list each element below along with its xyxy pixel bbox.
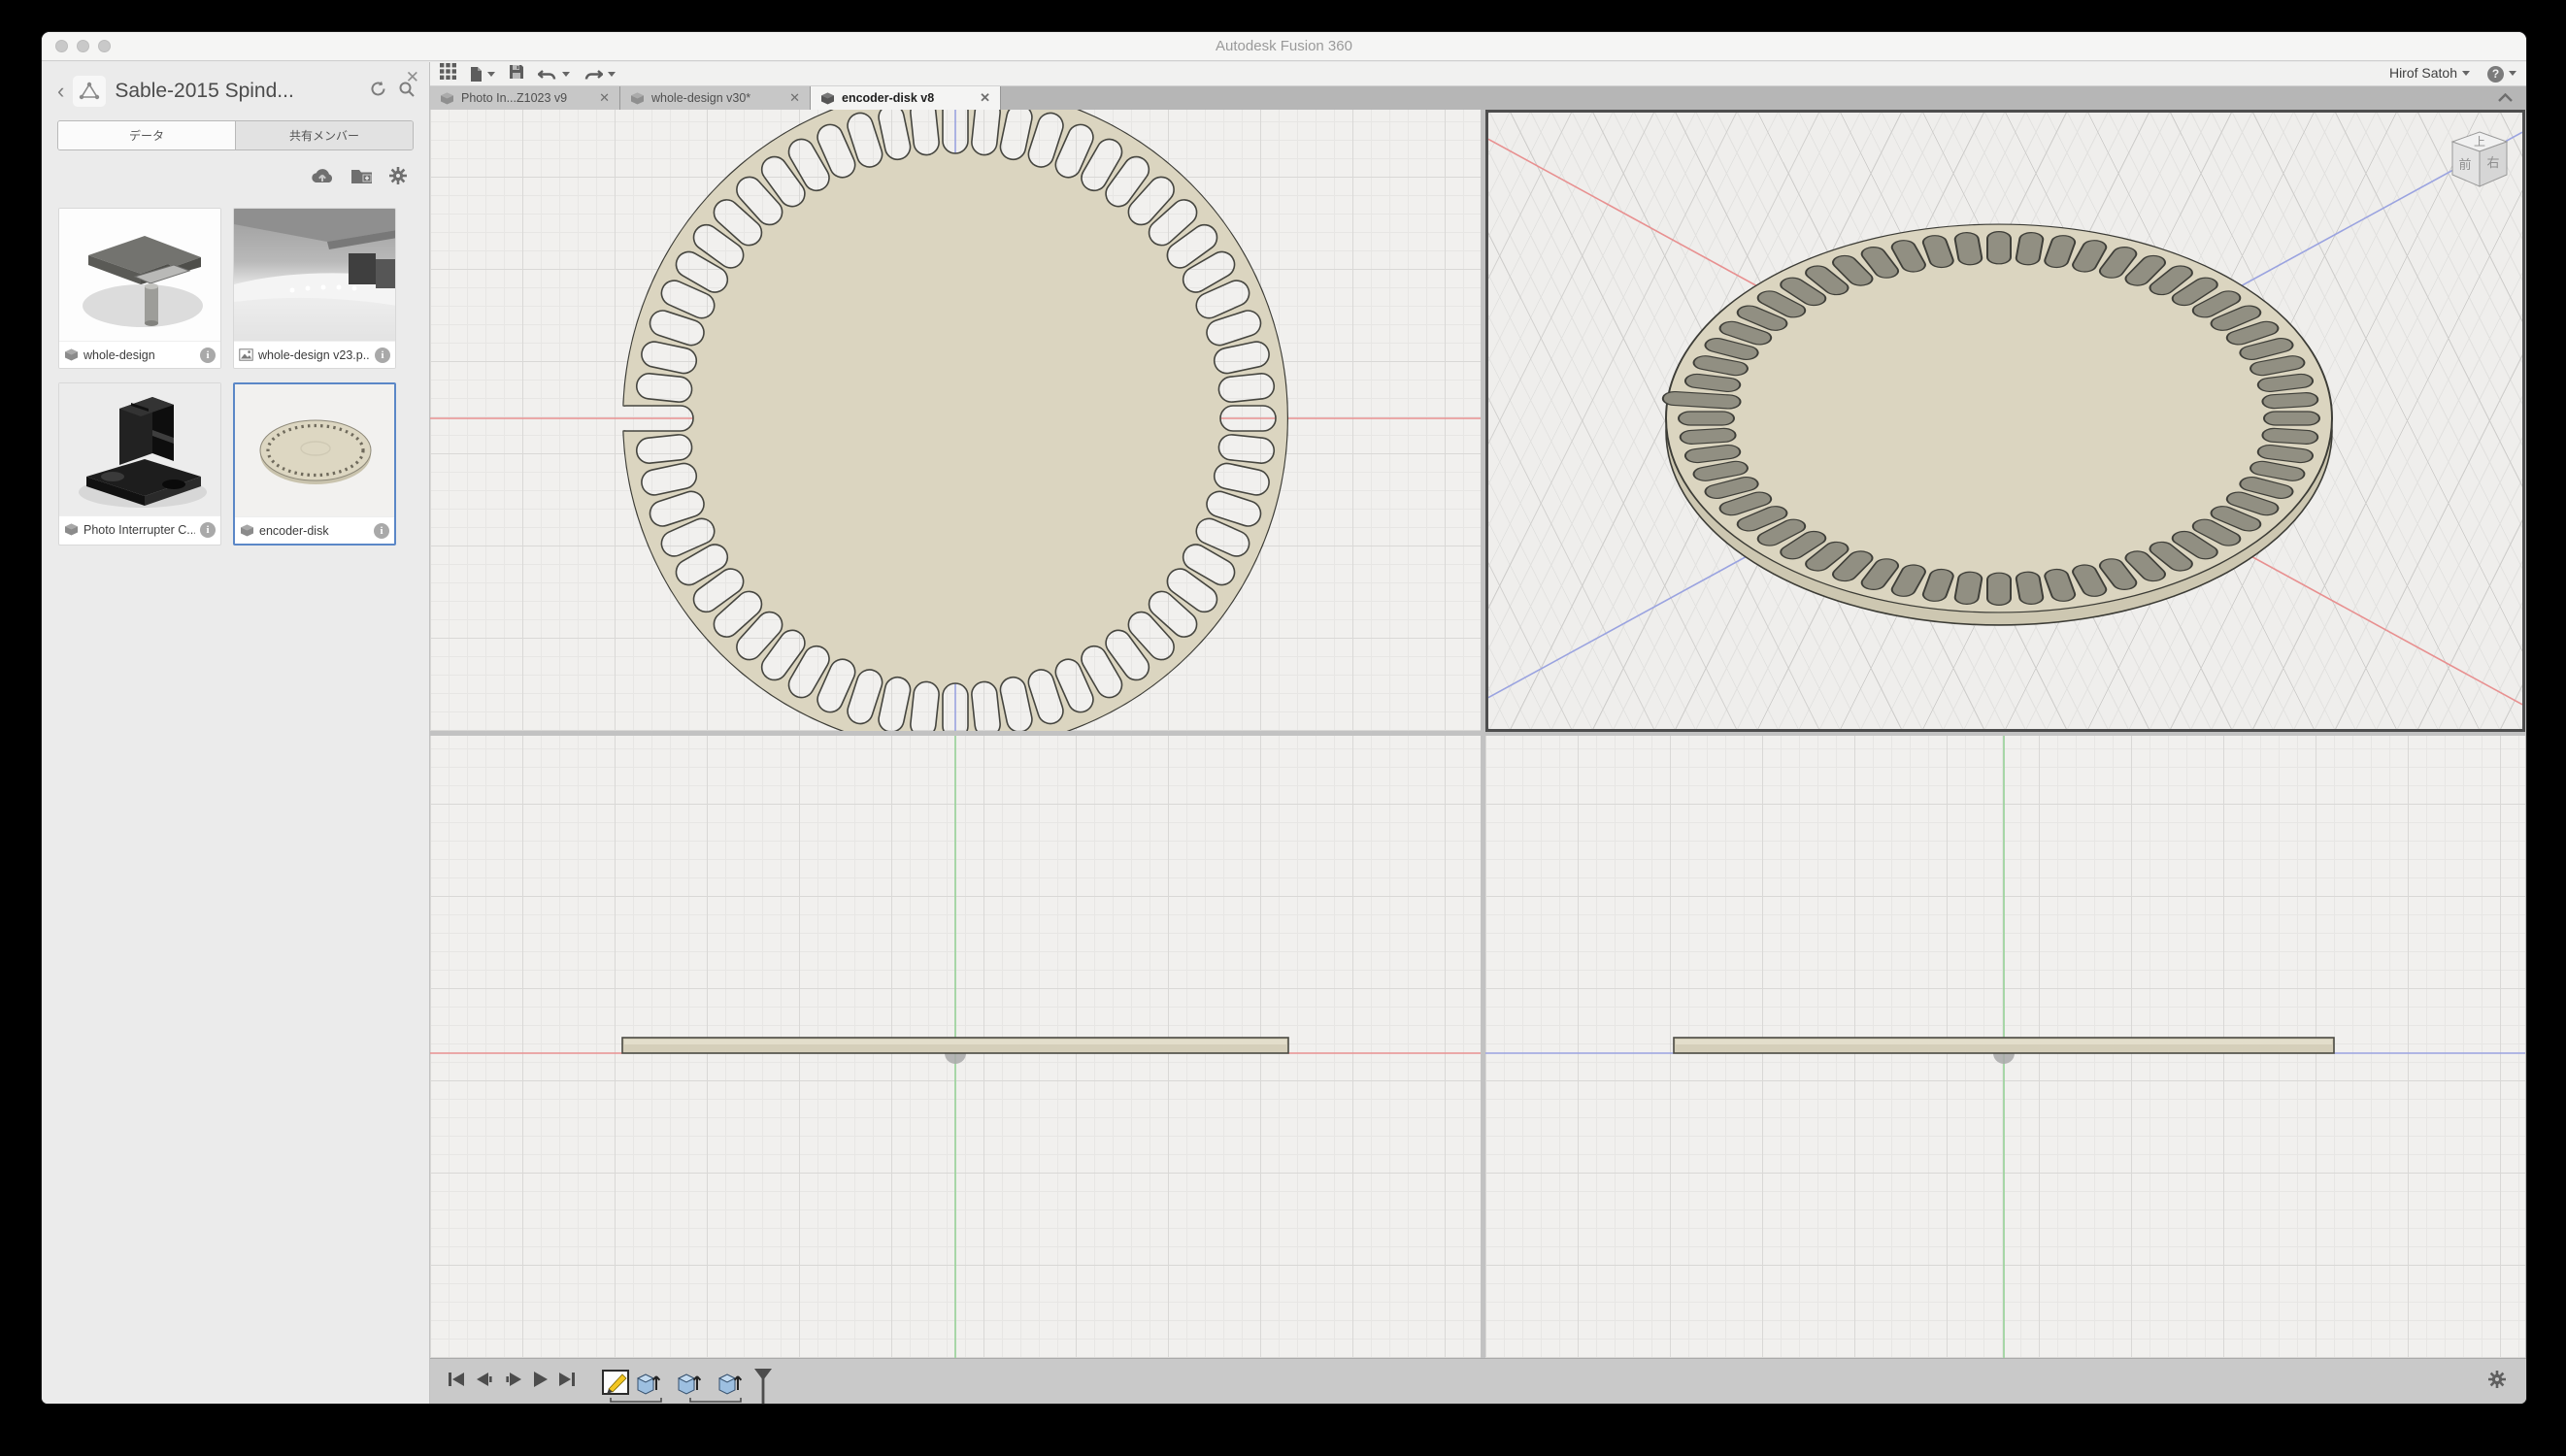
help-menu[interactable]: ? — [2487, 65, 2516, 83]
doc-tab-whole-design[interactable]: whole-design v30* ✕ — [620, 86, 811, 110]
info-icon[interactable]: i — [374, 523, 389, 539]
viewport-right-view[interactable] — [1485, 736, 2525, 1358]
back-icon[interactable]: ‹ — [57, 82, 64, 101]
model-cube-icon — [64, 348, 79, 361]
image-icon — [239, 348, 253, 361]
refresh-icon[interactable] — [369, 80, 387, 103]
modeling-canvas[interactable]: 上 前 右 — [430, 110, 2526, 1358]
timeline-group-bracket — [611, 1398, 661, 1402]
timeline-feature-extrude-3 — [719, 1374, 741, 1394]
data-panel-close-icon[interactable]: ✕ — [406, 68, 419, 87]
timeline-step-forward-button[interactable] — [504, 1372, 523, 1392]
redo-icon[interactable] — [583, 67, 616, 82]
close-tab-icon[interactable]: ✕ — [599, 90, 610, 106]
upload-icon[interactable] — [310, 167, 335, 189]
info-icon[interactable]: i — [375, 347, 390, 363]
timeline-feature-sketch — [603, 1371, 628, 1394]
doc-tab-label: whole-design v30* — [651, 91, 750, 105]
apps-grid-icon[interactable] — [440, 63, 456, 84]
undo-icon[interactable] — [538, 67, 570, 82]
doc-tab-label: Photo In...Z1023 v9 — [461, 91, 567, 105]
model-cube-icon — [64, 523, 79, 536]
tab-data[interactable]: データ — [58, 121, 235, 149]
document-tabbar: Photo In...Z1023 v9 ✕ whole-design v30* … — [430, 86, 2526, 110]
info-icon[interactable]: i — [200, 522, 216, 538]
thumbnail-encoder-disk — [235, 384, 394, 516]
timeline-group-bracket — [690, 1398, 741, 1402]
timeline-play-button[interactable] — [533, 1371, 549, 1393]
thumbnail-whole-design — [59, 209, 220, 341]
encoder-disk-iso-view — [1488, 113, 2522, 729]
encoder-disk-front-view — [430, 736, 1481, 1358]
new-folder-icon[interactable] — [350, 167, 373, 189]
panel-tab-group: データ 共有メンバー — [57, 120, 414, 150]
doc-tab-label: encoder-disk v8 — [842, 91, 934, 105]
file-menu-icon[interactable] — [470, 66, 495, 83]
window-title: Autodesk Fusion 360 — [42, 32, 2526, 61]
project-item-grid: whole-design i — [42, 194, 429, 546]
collapse-toolbar-icon[interactable] — [2498, 89, 2513, 107]
fusion360-window: Autodesk Fusion 360 ✕ ‹ Sable-2015 Spind… — [42, 32, 2526, 1404]
list-item-whole-design[interactable]: whole-design i — [58, 208, 221, 369]
viewport-front-view[interactable] — [430, 736, 1481, 1358]
thumbnail-render — [234, 209, 395, 341]
item-label: whole-design v23.p... — [258, 348, 370, 362]
list-item-encoder-disk[interactable]: encoder-disk i — [233, 382, 396, 546]
doc-tab-photo-interrupter[interactable]: Photo In...Z1023 v9 ✕ — [430, 86, 620, 110]
tab-shared-members[interactable]: 共有メンバー — [235, 121, 413, 149]
model-cube-icon — [630, 92, 645, 105]
model-cube-icon — [820, 92, 835, 105]
timeline-bar — [430, 1358, 2526, 1404]
thumbnail-photo-interrupter — [59, 383, 220, 515]
item-label: Photo Interrupter C... — [83, 523, 195, 537]
encoder-disk-top-view — [430, 110, 1481, 731]
info-icon[interactable]: i — [200, 347, 216, 363]
save-icon[interactable] — [509, 64, 524, 84]
viewcube-right-label: 右 — [2486, 155, 2499, 170]
viewport-top-view[interactable] — [430, 110, 1481, 731]
project-logo-icon[interactable] — [73, 76, 106, 107]
viewport-iso-view-active[interactable]: 上 前 右 — [1485, 110, 2525, 732]
close-tab-icon[interactable]: ✕ — [789, 90, 800, 106]
model-cube-icon — [440, 92, 454, 105]
feature-timeline[interactable] — [601, 1363, 776, 1400]
model-cube-icon — [240, 524, 254, 537]
view-cube[interactable]: 上 前 右 — [2445, 126, 2515, 207]
list-item-photo-interrupter[interactable]: Photo Interrupter C... i — [58, 382, 221, 546]
timeline-go-start-button[interactable] — [448, 1372, 465, 1392]
close-tab-icon[interactable]: ✕ — [980, 90, 990, 106]
timeline-go-end-button[interactable] — [558, 1372, 576, 1392]
gear-icon[interactable] — [388, 166, 408, 190]
user-name: Hirof Satoh — [2389, 65, 2457, 81]
timeline-step-back-button[interactable] — [475, 1372, 494, 1392]
user-menu[interactable]: Hirof Satoh — [2389, 65, 2470, 83]
viewcube-top-label: 上 — [2474, 135, 2485, 149]
help-icon: ? — [2487, 66, 2504, 83]
encoder-disk-right-view — [1485, 736, 2525, 1358]
display-settings-gear-icon[interactable] — [2487, 1370, 2507, 1394]
timeline-playhead[interactable] — [754, 1369, 772, 1404]
doc-tab-encoder-disk[interactable]: encoder-disk v8 ✕ — [811, 86, 1001, 110]
item-label: whole-design — [83, 348, 195, 362]
timeline-feature-extrude-2 — [679, 1374, 700, 1394]
timeline-feature-extrude-1 — [638, 1374, 659, 1394]
data-panel: ✕ ‹ Sable-2015 Spind... データ — [42, 62, 430, 1404]
quick-access-toolbar: Hirof Satoh ? — [430, 62, 2526, 86]
titlebar: Autodesk Fusion 360 — [42, 32, 2526, 61]
list-item-whole-design-v23-render[interactable]: whole-design v23.p... i — [233, 208, 396, 369]
viewcube-front-label: 前 — [2458, 157, 2471, 172]
item-label: encoder-disk — [259, 524, 369, 538]
project-title: Sable-2015 Spind... — [115, 80, 358, 103]
